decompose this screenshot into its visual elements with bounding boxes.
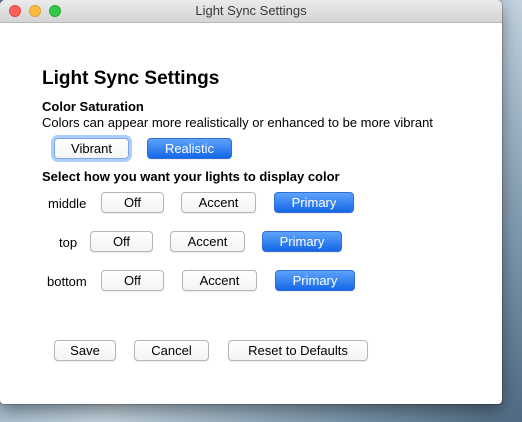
window-title: Light Sync Settings [195,3,307,18]
middle-accent-button[interactable]: Accent [181,192,256,213]
reset-defaults-button[interactable]: Reset to Defaults [228,340,368,361]
saturation-description: Colors can appear more realistically or … [42,115,433,130]
saturation-vibrant-button[interactable]: Vibrant [54,138,129,159]
settings-window: Light Sync Settings Light Sync Settings … [0,0,502,404]
saturation-realistic-button[interactable]: Realistic [147,138,232,159]
display-title: Select how you want your lights to displ… [42,169,340,184]
bottom-off-button[interactable]: Off [101,270,164,291]
row-label-top: top [59,235,78,250]
title-bar[interactable]: Light Sync Settings [0,0,502,23]
row-label-bottom: bottom [47,274,87,289]
row-label-middle: middle [48,196,87,211]
bottom-accent-button[interactable]: Accent [182,270,257,291]
top-primary-button[interactable]: Primary [262,231,342,252]
cancel-button[interactable]: Cancel [134,340,209,361]
top-off-button[interactable]: Off [90,231,153,252]
middle-off-button[interactable]: Off [101,192,164,213]
bottom-primary-button[interactable]: Primary [275,270,355,291]
top-accent-button[interactable]: Accent [170,231,245,252]
saturation-title: Color Saturation [42,99,144,114]
page-title: Light Sync Settings [42,68,220,89]
middle-primary-button[interactable]: Primary [274,192,354,213]
save-button[interactable]: Save [54,340,116,361]
